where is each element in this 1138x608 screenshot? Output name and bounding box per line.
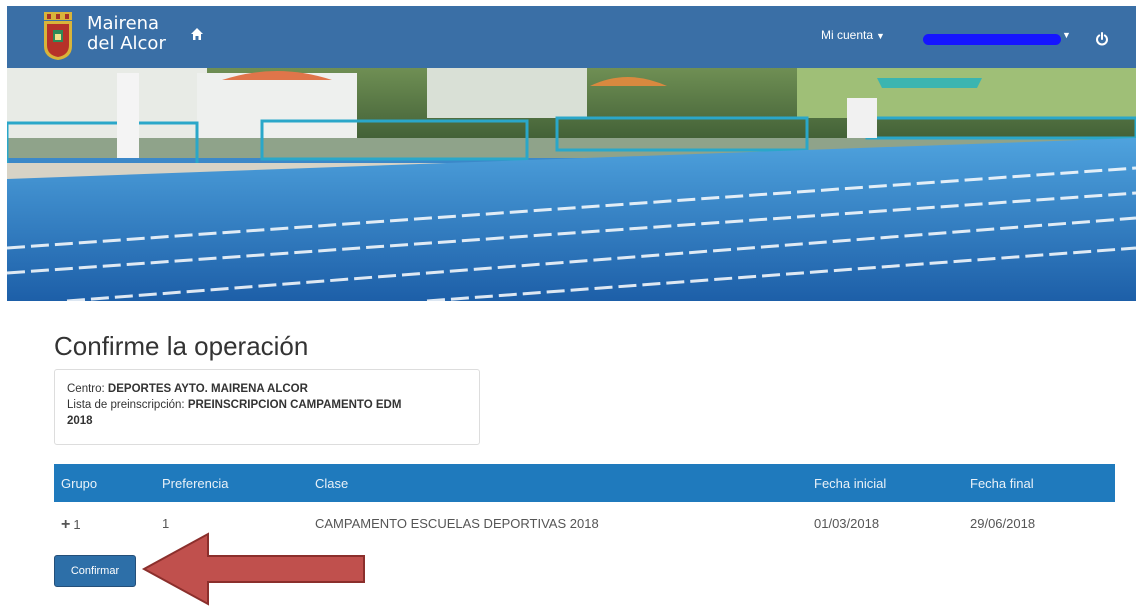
header-grupo: Grupo	[61, 476, 98, 491]
brand-line-2: del Alcor	[87, 33, 166, 54]
page-title: Confirme la operación	[54, 331, 309, 361]
fecha-final-cell: 29/06/2018	[970, 516, 1036, 531]
grupo-cell: +1	[61, 516, 81, 534]
lista-year-row: 2018	[67, 413, 467, 429]
centro-label: Centro:	[67, 383, 105, 395]
lista-value: PREINSCRIPCION CAMPAMENTO EDM	[187, 399, 402, 411]
fecha-inicial-cell: 01/03/2018	[814, 516, 880, 531]
header-fecha-final: Fecha final	[970, 476, 1034, 491]
header-fecha-inicial: Fecha inicial	[814, 476, 887, 491]
top-navbar: Mairena del Alcor Mi cuenta ▼ ▼	[7, 6, 1136, 68]
coat-of-arms-logo[interactable]	[43, 12, 73, 60]
caret-down-icon[interactable]: ▼	[1062, 30, 1071, 40]
clase-cell: CAMPAMENTO ESCUELAS DEPORTIVAS 2018	[315, 516, 599, 531]
power-icon[interactable]	[1095, 32, 1109, 46]
account-menu[interactable]: Mi cuenta ▼	[821, 28, 885, 42]
confirm-button[interactable]: Confirmar	[54, 555, 136, 587]
pool-photo	[7, 68, 1136, 301]
lista-label: Lista de preinscripción:	[67, 399, 185, 411]
centro-row: Centro: DEPORTES AYTO. MAIRENA ALCOR	[67, 381, 467, 397]
annotation-arrow	[141, 532, 365, 606]
centro-value: DEPORTES AYTO. MAIRENA ALCOR	[107, 383, 308, 395]
table-header: Grupo Preferencia Clase Fecha inicial Fe…	[54, 464, 1115, 502]
account-label: Mi cuenta	[821, 28, 874, 42]
lista-row: Lista de preinscripción: PREINSCRIPCION …	[67, 397, 467, 413]
plus-icon[interactable]: +	[61, 516, 70, 533]
home-icon[interactable]	[190, 27, 204, 41]
redacted-username[interactable]	[923, 34, 1061, 45]
operation-summary-box: Centro: DEPORTES AYTO. MAIRENA ALCOR Lis…	[54, 369, 480, 445]
caret-down-icon: ▼	[876, 31, 885, 41]
hero-pool-image	[7, 68, 1136, 301]
header-preferencia: Preferencia	[162, 476, 229, 491]
brand-line-1: Mairena	[87, 13, 160, 34]
brand-name[interactable]: Mairena del Alcor	[87, 14, 166, 54]
preferencia-cell: 1	[162, 516, 170, 531]
lista-year: 2018	[67, 415, 93, 427]
grupo-value: 1	[73, 517, 81, 532]
header-clase: Clase	[315, 476, 349, 491]
